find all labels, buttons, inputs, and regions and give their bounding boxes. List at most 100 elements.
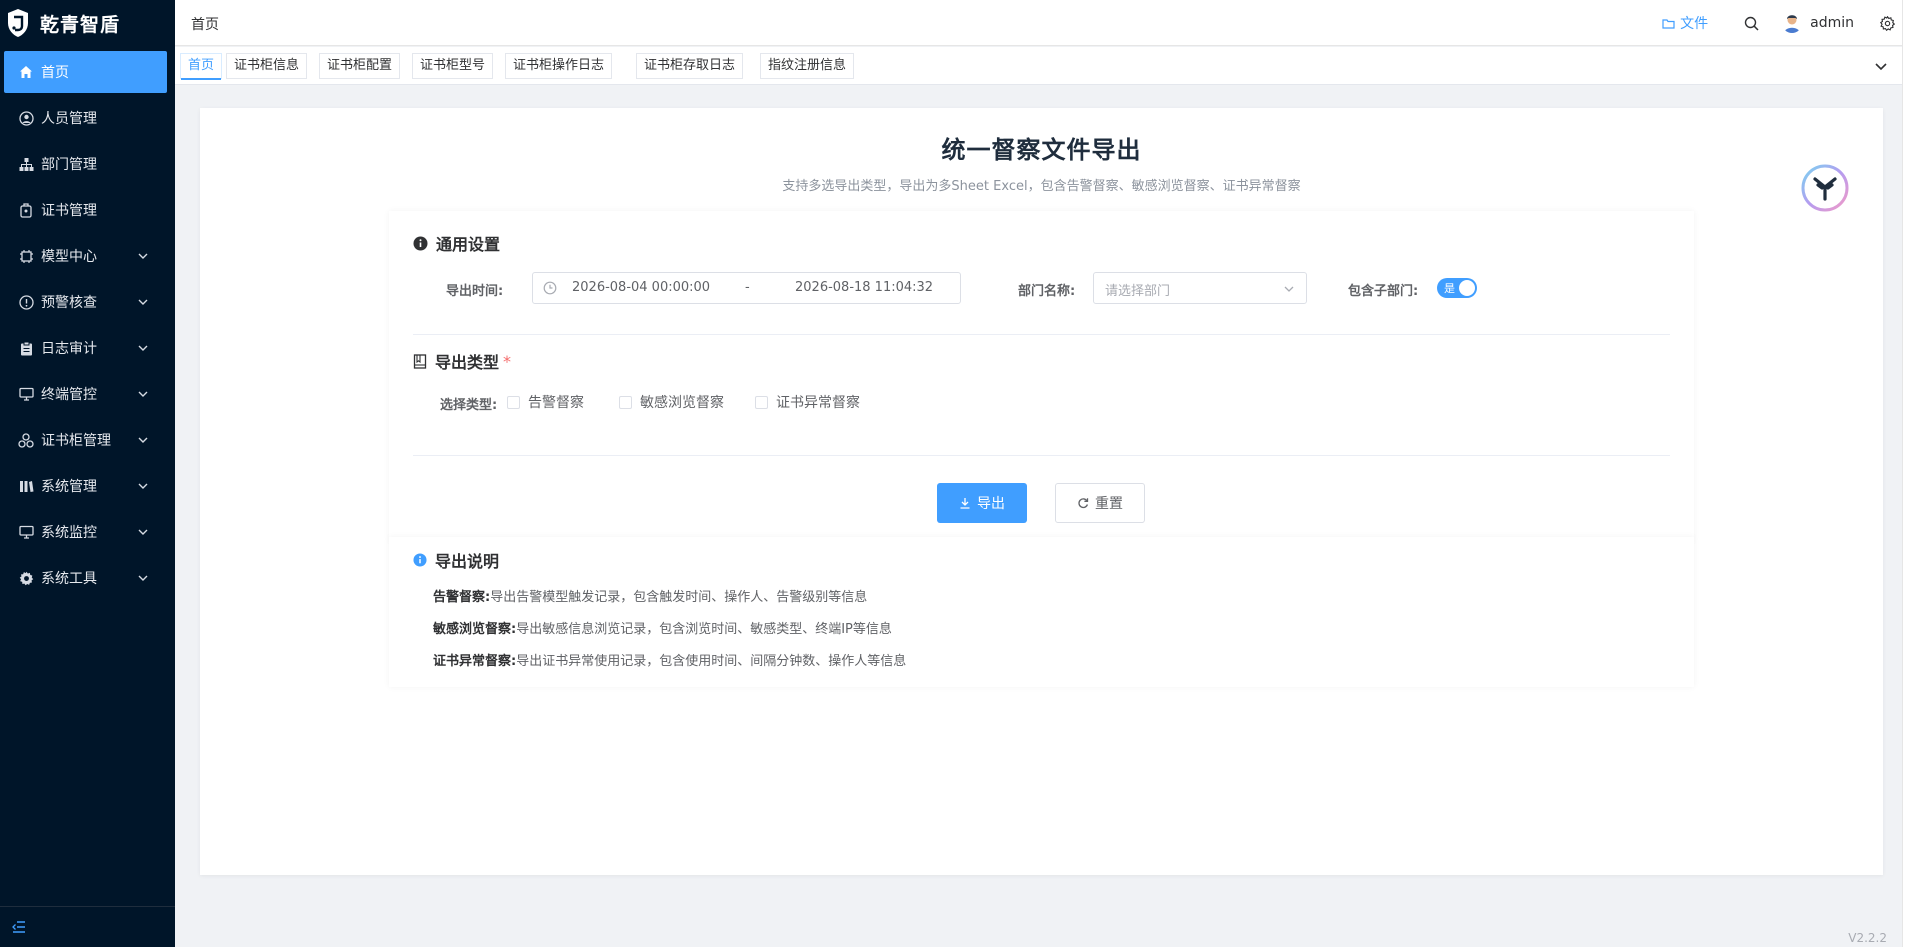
user-menu[interactable]: admin: [1782, 13, 1854, 33]
chevron-down-icon: [138, 345, 148, 351]
app-name: 乾青智盾: [40, 13, 121, 36]
checkbox-label: 敏感浏览督察: [640, 395, 724, 411]
book-icon: [413, 353, 427, 369]
gear-icon: [18, 570, 34, 586]
tab-fingerprint-registration[interactable]: 指纹注册信息: [760, 53, 855, 79]
checkbox-box[interactable]: [619, 395, 632, 409]
chevron-down-icon: [138, 299, 148, 305]
note-item: 证书异常督察:导出证书异常使用记录，包含使用时间、间隔分钟数、操作人等信息: [433, 650, 906, 669]
checkbox-box[interactable]: [507, 395, 520, 409]
page-scrollbar[interactable]: [1902, 0, 1911, 947]
export-date-range-picker[interactable]: 2026-08-04 00:00:00 - 2026-08-18 11:04:3…: [532, 272, 961, 304]
chevron-down-icon: [138, 575, 148, 581]
checkbox-label: 证书异常督察: [776, 395, 860, 411]
required-mark: *: [503, 351, 512, 371]
include-sub-dept-switch[interactable]: 是: [1437, 278, 1477, 298]
checkbox-alarm-supervision[interactable]: 告警督察: [507, 392, 584, 412]
logo[interactable]: 乾青智盾: [0, 0, 175, 46]
section-divider: [413, 334, 1670, 335]
sidebar-item-cabinet-management[interactable]: 证书柜管理: [4, 419, 167, 461]
clock-icon: [543, 281, 557, 295]
refresh-icon: [1078, 498, 1089, 509]
sidebar-item-system-tools[interactable]: 系统工具: [4, 557, 167, 599]
certificate-icon: [18, 202, 34, 218]
sidebar-item-label: 证书管理: [41, 203, 97, 219]
settings-gear-icon[interactable]: [1878, 14, 1896, 32]
range-separator: -: [745, 280, 750, 295]
tab-cabinet-operation-log[interactable]: 证书柜操作日志: [505, 53, 613, 79]
note-term: 证书异常督察:: [433, 654, 517, 669]
system-icon: [18, 478, 34, 494]
general-settings-title: 通用设置: [413, 231, 500, 255]
chevron-down-icon: [138, 391, 148, 397]
collapse-menu-icon: [12, 921, 25, 933]
sidebar-item-label: 部门管理: [41, 157, 97, 173]
settings-panel: 通用设置 导出时间: 2026-08-04 00:00:00 - 2026-08…: [389, 211, 1694, 541]
user-circle-icon: [18, 110, 34, 126]
tab-cabinet-info[interactable]: 证书柜信息: [226, 53, 308, 79]
sidebar-item-system-management[interactable]: 系统管理: [4, 465, 167, 507]
end-date-value[interactable]: 2026-08-18 11:04:32: [795, 280, 933, 295]
start-date-value[interactable]: 2026-08-04 00:00:00: [572, 280, 710, 295]
monitor-icon: [18, 524, 34, 540]
switch-knob: [1459, 280, 1475, 296]
tab-cabinet-access-log[interactable]: 证书柜存取日志: [636, 53, 744, 79]
sidebar-item-label: 系统管理: [41, 479, 97, 495]
export-notes-panel: 导出说明 告警督察:导出告警模型触发记录，包含触发时间、操作人、告警级别等信息 …: [389, 537, 1694, 687]
reset-button[interactable]: 重置: [1055, 483, 1145, 523]
checkbox-cert-anomaly-supervision[interactable]: 证书异常督察: [755, 392, 860, 412]
export-button[interactable]: 导出: [937, 483, 1027, 523]
sidebar-item-users[interactable]: 人员管理: [4, 97, 167, 139]
cabinet-icon: [18, 432, 34, 448]
home-icon: [18, 64, 34, 80]
chevron-down-icon: [138, 437, 148, 443]
sidebar-item-log-audit[interactable]: 日志审计: [4, 327, 167, 369]
note-item: 敏感浏览督察:导出敏感信息浏览记录，包含浏览时间、敏感类型、终端IP等信息: [433, 618, 892, 637]
sidebar-item-label: 系统工具: [41, 571, 97, 587]
department-placeholder: 请选择部门: [1105, 284, 1171, 299]
model-icon: [18, 248, 34, 264]
sidebar-collapse-button[interactable]: [0, 906, 175, 947]
clipboard-icon: [18, 340, 34, 356]
org-tree-icon: [18, 156, 34, 172]
tab-cabinet-model[interactable]: 证书柜型号: [412, 53, 494, 79]
export-button-label: 导出: [977, 496, 1005, 512]
page-title: 统一督察文件导出: [941, 136, 1142, 164]
search-icon[interactable]: [1742, 14, 1760, 32]
sidebar-item-warning-check[interactable]: 预警核查: [4, 281, 167, 323]
include-sub-dept-label: 包含子部门:: [1348, 284, 1419, 299]
general-settings-label: 通用设置: [436, 235, 501, 254]
top-header: 首页 文件 admin: [175, 0, 1902, 46]
reset-button-label: 重置: [1095, 496, 1123, 512]
tab-home[interactable]: 首页: [180, 53, 223, 80]
department-label: 部门名称:: [1018, 284, 1076, 299]
username: admin: [1810, 15, 1854, 31]
switch-text: 是: [1444, 282, 1455, 295]
sidebar-item-certificates[interactable]: 证书管理: [4, 189, 167, 231]
note-desc: 导出告警模型触发记录，包含触发时间、操作人、告警级别等信息: [490, 590, 868, 605]
export-type-label: 导出类型: [435, 353, 500, 372]
sidebar-item-system-monitor[interactable]: 系统监控: [4, 511, 167, 553]
section-divider: [413, 455, 1670, 456]
department-select[interactable]: 请选择部门: [1093, 272, 1307, 304]
export-card: 统一督察文件导出 支持多选导出类型，导出为多Sheet Excel，包含告警督察…: [200, 108, 1883, 875]
shield-logo-icon: [8, 9, 28, 37]
checkbox-box[interactable]: [755, 395, 768, 409]
tab-cabinet-config[interactable]: 证书柜配置: [319, 53, 401, 79]
sidebar-item-label: 模型中心: [41, 249, 97, 265]
sidebar-item-label: 人员管理: [41, 111, 97, 127]
sidebar-item-label: 预警核查: [41, 295, 97, 311]
brand-badge-icon[interactable]: [1801, 164, 1849, 212]
sidebar-item-model-center[interactable]: 模型中心: [4, 235, 167, 277]
breadcrumb[interactable]: 首页: [191, 14, 219, 34]
sidebar-item-departments[interactable]: 部门管理: [4, 143, 167, 185]
file-link[interactable]: 文件: [1662, 13, 1708, 33]
checkbox-sensitive-browse-supervision[interactable]: 敏感浏览督察: [619, 392, 724, 412]
sidebar-item-terminal-control[interactable]: 终端管控: [4, 373, 167, 415]
download-icon: [960, 498, 970, 509]
export-time-label: 导出时间:: [446, 284, 504, 299]
chevron-down-icon[interactable]: [1874, 59, 1888, 73]
sidebar-item-home[interactable]: 首页: [4, 51, 167, 93]
tags-view: 首页 证书柜信息 证书柜配置 证书柜型号 证书柜操作日志 证书柜存取日志 指纹注…: [175, 47, 1902, 85]
sidebar-item-label: 系统监控: [41, 525, 97, 541]
